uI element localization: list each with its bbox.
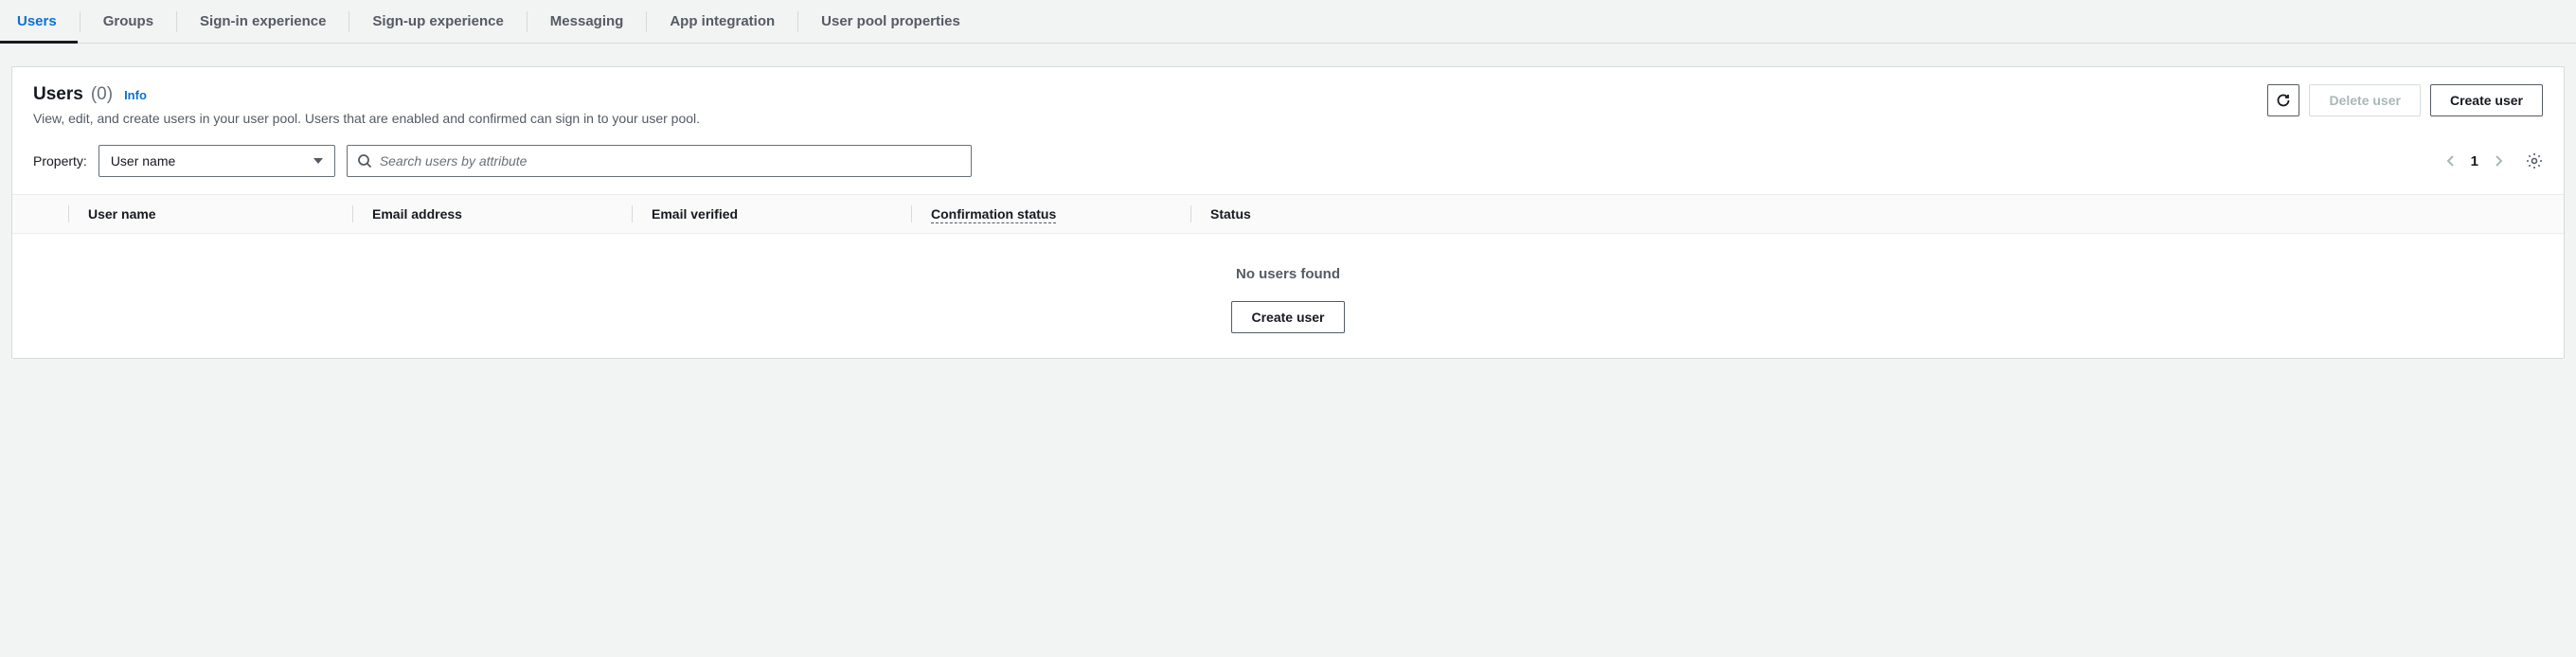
search-input[interactable] [380, 153, 961, 169]
table-header: User name Email address Email verified C… [12, 194, 2564, 234]
chevron-right-icon [2494, 154, 2503, 168]
column-email-verified[interactable]: Email verified [633, 206, 912, 222]
header-left: Users (0) Info View, edit, and create us… [33, 84, 2267, 126]
users-panel: Users (0) Info View, edit, and create us… [11, 66, 2565, 359]
column-status[interactable]: Status [1191, 206, 2564, 222]
panel-header: Users (0) Info View, edit, and create us… [12, 67, 2564, 145]
chevron-left-icon [2446, 154, 2456, 168]
column-confirmation-status[interactable]: Confirmation status [912, 206, 1191, 222]
filter-row: Property: User name 1 [12, 145, 2564, 194]
property-label: Property: [33, 153, 87, 169]
search-icon [357, 153, 372, 169]
tab-divider [527, 11, 528, 32]
tab-divider [176, 11, 177, 32]
user-count: (0) [91, 84, 113, 105]
header-actions: Delete user Create user [2267, 84, 2543, 116]
page-subtitle: View, edit, and create users in your use… [33, 111, 2267, 126]
empty-message: No users found [12, 266, 2564, 282]
tab-users[interactable]: Users [17, 0, 57, 43]
tab-divider [797, 11, 798, 32]
tab-user-pool-properties[interactable]: User pool properties [821, 0, 960, 43]
info-link[interactable]: Info [124, 88, 147, 102]
refresh-icon [2276, 93, 2291, 108]
confirmation-status-help[interactable]: Confirmation status [931, 206, 1056, 223]
tab-bar: Users Groups Sign-in experience Sign-up … [0, 0, 2576, 44]
search-wrapper [347, 145, 972, 177]
property-select[interactable]: User name [98, 145, 335, 177]
tab-groups[interactable]: Groups [103, 0, 153, 43]
chevron-down-icon [313, 158, 323, 164]
title-row: Users (0) Info [33, 84, 2267, 105]
create-user-button[interactable]: Create user [2430, 84, 2543, 116]
tab-divider [646, 11, 647, 32]
tab-signin-experience[interactable]: Sign-in experience [200, 0, 326, 43]
delete-user-button: Delete user [2309, 84, 2420, 116]
column-email[interactable]: Email address [353, 206, 633, 222]
tab-signup-experience[interactable]: Sign-up experience [372, 0, 503, 43]
settings-button[interactable] [2526, 152, 2543, 169]
next-page-button [2494, 154, 2503, 168]
page-title: Users [33, 84, 83, 105]
tab-app-integration[interactable]: App integration [670, 0, 775, 43]
empty-create-user-button[interactable]: Create user [1231, 301, 1344, 333]
column-username[interactable]: User name [69, 206, 353, 222]
tab-messaging[interactable]: Messaging [550, 0, 624, 43]
page-number: 1 [2471, 153, 2478, 169]
property-select-value: User name [111, 153, 175, 169]
gear-icon [2526, 152, 2543, 169]
refresh-button[interactable] [2267, 84, 2299, 116]
prev-page-button [2446, 154, 2456, 168]
pagination: 1 [2446, 152, 2543, 169]
empty-state: No users found Create user [12, 234, 2564, 358]
